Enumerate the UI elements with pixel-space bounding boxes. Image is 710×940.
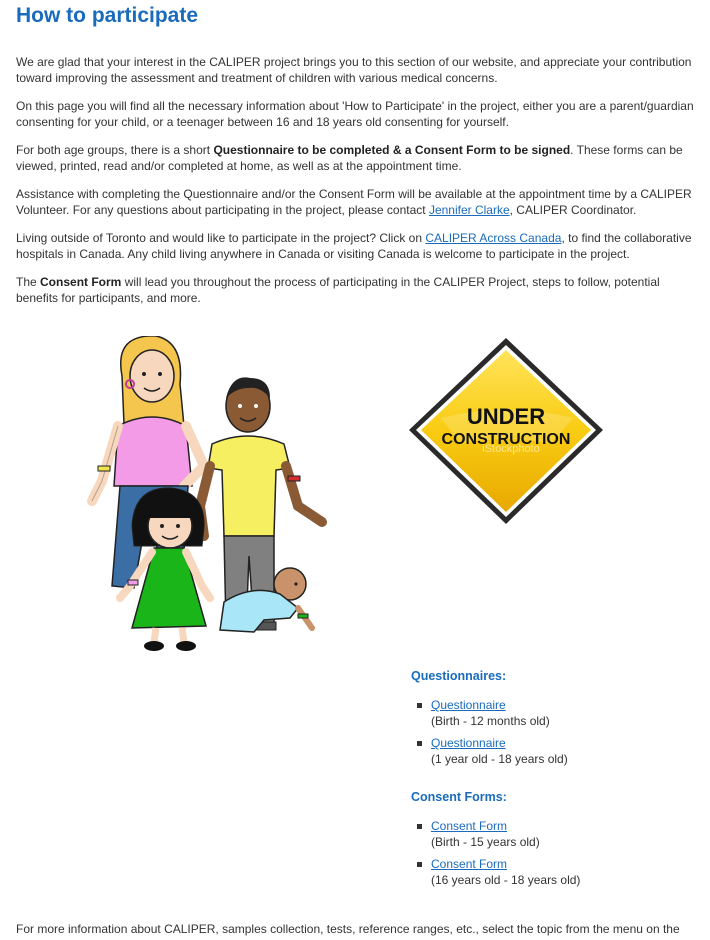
text: The xyxy=(16,275,41,289)
paragraph-assistance: Assistance with completing the Questionn… xyxy=(16,186,694,218)
sign-watermark: iStockphoto xyxy=(482,443,539,455)
age-range-text: (1 year old - 18 years old) xyxy=(431,752,568,766)
bold-text: Questionnaire to be completed & a Consen… xyxy=(213,143,571,157)
bullet-icon xyxy=(417,703,422,708)
text: Living outside of Toronto and would like… xyxy=(16,231,426,245)
intro-text: We are glad that your interest in the CA… xyxy=(16,54,694,306)
text: , CALIPER Coordinator. xyxy=(509,203,637,217)
questionnaires-heading: Questionnaires: xyxy=(411,669,507,683)
forms-section: Questionnaires: Questionnaire (Birth - 1… xyxy=(411,668,701,910)
questionnaires-list: Questionnaire (Birth - 12 months old) Qu… xyxy=(411,697,701,767)
jennifer-clarke-link[interactable]: Jennifer Clarke xyxy=(429,203,510,217)
list-item: Questionnaire (Birth - 12 months old) xyxy=(417,697,701,729)
questionnaire-year-link[interactable]: Questionnaire xyxy=(431,736,506,750)
age-range-text: (Birth - 15 years old) xyxy=(431,835,540,849)
media-row: UNDER CONSTRUCTION iStockphoto xyxy=(16,322,694,652)
under-construction-sign: UNDER CONSTRUCTION iStockphoto xyxy=(409,338,603,524)
list-item: Consent Form (16 years old - 18 years ol… xyxy=(417,856,701,888)
consent-form-teen-link[interactable]: Consent Form xyxy=(431,857,507,871)
age-range-text: (Birth - 12 months old) xyxy=(431,714,550,728)
paragraph-info: On this page you will find all the neces… xyxy=(16,99,694,129)
age-range-text: (16 years old - 18 years old) xyxy=(431,873,581,887)
bullet-icon xyxy=(417,862,422,867)
paragraph-canada: Living outside of Toronto and would like… xyxy=(16,230,694,262)
paragraph-forms: For both age groups, there is a short Qu… xyxy=(16,142,694,174)
consent-forms-list: Consent Form (Birth - 15 years old) Cons… xyxy=(411,818,701,888)
consent-forms-heading: Consent Forms: xyxy=(411,790,507,804)
bullet-icon xyxy=(417,824,422,829)
page-content: How to participate We are glad that your… xyxy=(0,0,710,652)
bullet-icon xyxy=(417,741,422,746)
text: For both age groups, there is a short xyxy=(16,143,214,157)
paragraph-welcome: We are glad that your interest in the CA… xyxy=(16,55,692,85)
paragraph-consent: The Consent Form will lead you throughou… xyxy=(16,274,694,306)
bold-text: Consent Form xyxy=(40,275,122,289)
caliper-across-canada-link[interactable]: CALIPER Across Canada xyxy=(425,231,561,245)
list-item: Consent Form (Birth - 15 years old) xyxy=(417,818,701,850)
list-item: Questionnaire (1 year old - 18 years old… xyxy=(417,735,701,767)
questionnaire-birth-link[interactable]: Questionnaire xyxy=(431,698,506,712)
footer-text: For more information about CALIPER, samp… xyxy=(16,922,680,936)
sign-line1: UNDER xyxy=(467,404,545,429)
family-illustration xyxy=(87,336,327,651)
consent-form-birth-link[interactable]: Consent Form xyxy=(431,819,507,833)
page-title: How to participate xyxy=(16,4,199,27)
